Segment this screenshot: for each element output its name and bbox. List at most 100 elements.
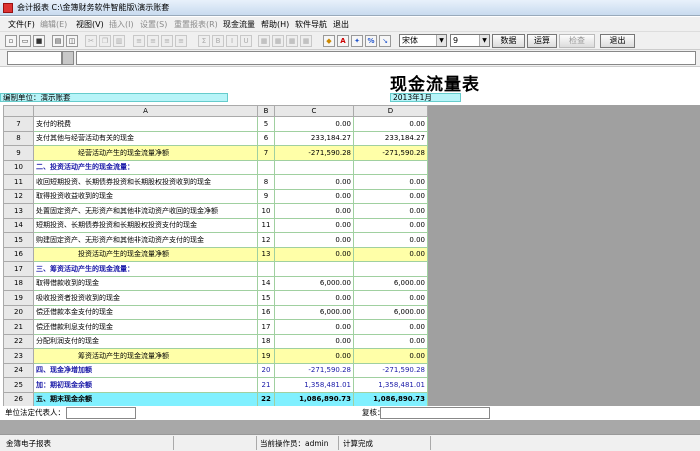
cumulative-amount-cell[interactable]: 0.00 (353, 319, 428, 335)
cell-reference-box[interactable] (7, 51, 62, 65)
row-number[interactable]: 11 (3, 174, 34, 190)
row-number[interactable]: 26 (3, 391, 34, 407)
bold-button[interactable]: B (212, 35, 224, 47)
current-amount-cell[interactable]: 0.00 (274, 333, 354, 349)
cumulative-amount-cell[interactable]: 0.00 (353, 217, 428, 233)
current-amount-cell[interactable]: 1,086,890.73 (274, 391, 354, 407)
current-amount-cell[interactable] (274, 261, 354, 277)
row-number[interactable]: 19 (3, 290, 34, 306)
line-number-cell[interactable]: 10 (257, 203, 275, 219)
align-left-icon[interactable]: ≡ (133, 35, 145, 47)
line-number-cell[interactable]: 19 (257, 348, 275, 364)
menu-cash-flow[interactable]: 现金流量 (223, 19, 255, 30)
row-number[interactable]: 22 (3, 333, 34, 349)
cumulative-amount-cell[interactable]: 233,184.27 (353, 130, 428, 146)
current-amount-cell[interactable]: 0.00 (274, 290, 354, 306)
row-number[interactable]: 17 (3, 261, 34, 277)
line-number-cell[interactable]: 15 (257, 290, 275, 306)
column-header-d[interactable]: D (353, 105, 428, 117)
row-number[interactable]: 15 (3, 232, 34, 248)
row-number[interactable]: 8 (3, 130, 34, 146)
menu-help[interactable]: 帮助(H) (261, 19, 289, 30)
row-number[interactable]: 10 (3, 159, 34, 175)
print-preview-icon[interactable]: ◫ (66, 35, 78, 47)
line-number-cell[interactable]: 9 (257, 188, 275, 204)
current-amount-cell[interactable]: 0.00 (274, 348, 354, 364)
justify-icon[interactable]: ≡ (175, 35, 187, 47)
item-cell[interactable]: 四、现金净增加额 (33, 362, 258, 378)
formula-button[interactable] (62, 51, 74, 65)
align-right-icon[interactable]: ≡ (161, 35, 173, 47)
current-amount-cell[interactable]: 233,184.27 (274, 130, 354, 146)
exit-button[interactable]: 退出 (600, 34, 635, 48)
cut-icon[interactable]: ✂ (85, 35, 97, 47)
column-header-b[interactable]: B (257, 105, 275, 117)
item-cell[interactable]: 筹资活动产生的现金流量净额 (33, 348, 258, 364)
current-amount-cell[interactable]: 0.00 (274, 188, 354, 204)
legal-rep-field[interactable] (66, 407, 136, 419)
row-number[interactable]: 16 (3, 246, 34, 262)
current-amount-cell[interactable]: 1,358,481.01 (274, 377, 354, 393)
font-name-select[interactable]: 宋体 ▼ (399, 34, 447, 47)
item-cell[interactable]: 吸收投资者投资收到的现金 (33, 290, 258, 306)
calculate-button[interactable]: 运算 (527, 34, 557, 48)
item-cell[interactable]: 偿还借款利息支付的现金 (33, 319, 258, 335)
copy-icon[interactable]: ❐ (99, 35, 111, 47)
current-amount-cell[interactable]: 0.00 (274, 232, 354, 248)
current-amount-cell[interactable]: 6,000.00 (274, 304, 354, 320)
line-number-cell[interactable]: 16 (257, 304, 275, 320)
font-size-select[interactable]: 9 ▼ (450, 34, 490, 47)
fill-color-icon[interactable]: ◆ (323, 35, 335, 47)
item-cell[interactable]: 收回短期投资、长期债券投资和长期股权投资收到的现金 (33, 174, 258, 190)
item-cell[interactable]: 三、筹资活动产生的现金流量： (33, 261, 258, 277)
menu-edit[interactable]: 编辑(E) (40, 19, 67, 30)
unit-label[interactable]: 编制单位：演示账套 (0, 93, 228, 102)
check-button[interactable]: 检查 (559, 34, 595, 48)
item-cell[interactable]: 分配利润支付的现金 (33, 333, 258, 349)
reviewer-field[interactable] (380, 407, 490, 419)
cumulative-amount-cell[interactable] (353, 261, 428, 277)
cumulative-amount-cell[interactable]: 0.00 (353, 333, 428, 349)
cumulative-amount-cell[interactable]: 0.00 (353, 290, 428, 306)
item-cell[interactable]: 购建固定资产、无形资产和其他非流动资产支付的现金 (33, 232, 258, 248)
row-number[interactable]: 24 (3, 362, 34, 378)
cumulative-amount-cell[interactable]: -271,590.28 (353, 362, 428, 378)
line-number-cell[interactable] (257, 261, 275, 277)
line-number-cell[interactable]: 22 (257, 391, 275, 407)
cumulative-amount-cell[interactable]: 6,000.00 (353, 275, 428, 291)
print-icon[interactable]: ▤ (52, 35, 64, 47)
new-file-icon[interactable]: ▫ (5, 35, 17, 47)
current-amount-cell[interactable]: -271,590.28 (274, 145, 354, 161)
line-number-cell[interactable] (257, 159, 275, 175)
line-number-cell[interactable]: 7 (257, 145, 275, 161)
item-cell[interactable]: 处置固定资产、无形资产和其他非流动资产收回的现金净额 (33, 203, 258, 219)
row-number[interactable]: 18 (3, 275, 34, 291)
current-amount-cell[interactable] (274, 159, 354, 175)
formula-input[interactable] (76, 51, 696, 65)
menu-view[interactable]: 视图(V) (76, 19, 104, 30)
row-number[interactable]: 21 (3, 319, 34, 335)
row-number[interactable]: 14 (3, 217, 34, 233)
grid-icon[interactable]: ▦ (300, 35, 312, 47)
line-number-cell[interactable]: 5 (257, 116, 275, 132)
item-cell[interactable]: 支付的税费 (33, 116, 258, 132)
font-color-icon[interactable]: A (337, 35, 349, 47)
align-center-icon[interactable]: ≡ (147, 35, 159, 47)
cumulative-amount-cell[interactable]: 6,000.00 (353, 304, 428, 320)
chevron-down-icon[interactable]: ▼ (479, 35, 489, 46)
menu-navigation[interactable]: 软件导航 (295, 19, 327, 30)
item-cell[interactable]: 经营活动产生的现金流量净额 (33, 145, 258, 161)
italic-button[interactable]: I (226, 35, 238, 47)
cumulative-amount-cell[interactable] (353, 159, 428, 175)
item-cell[interactable]: 取得投资收益收到的现金 (33, 188, 258, 204)
line-number-cell[interactable]: 8 (257, 174, 275, 190)
line-number-cell[interactable]: 21 (257, 377, 275, 393)
cumulative-amount-cell[interactable]: -271,590.28 (353, 145, 428, 161)
line-number-cell[interactable]: 6 (257, 130, 275, 146)
line-number-cell[interactable]: 18 (257, 333, 275, 349)
row-number[interactable]: 20 (3, 304, 34, 320)
current-amount-cell[interactable]: -271,590.28 (274, 362, 354, 378)
item-cell[interactable]: 二、投资活动产生的现金流量： (33, 159, 258, 175)
current-amount-cell[interactable]: 6,000.00 (274, 275, 354, 291)
current-amount-cell[interactable]: 0.00 (274, 116, 354, 132)
